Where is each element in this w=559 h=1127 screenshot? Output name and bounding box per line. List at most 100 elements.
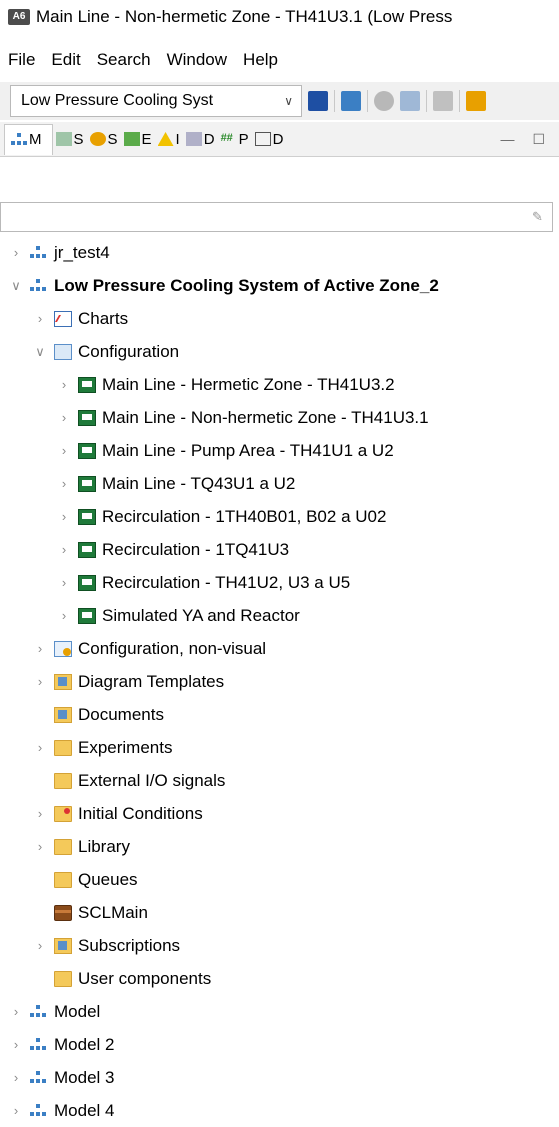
- tree-item[interactable]: › Simulated YA and Reactor: [0, 599, 559, 632]
- chevron-right-icon[interactable]: ›: [10, 245, 22, 260]
- clipboard-icon: [254, 132, 271, 146]
- chevron-right-icon[interactable]: ›: [34, 839, 46, 854]
- chevron-down-icon: ∨: [284, 94, 293, 108]
- chevron-right-icon[interactable]: ›: [58, 476, 70, 491]
- tree-item[interactable]: › Charts: [0, 302, 559, 335]
- subscriptions-folder-icon: [54, 937, 72, 954]
- tree-item[interactable]: › Model 2: [0, 1028, 559, 1061]
- chevron-down-icon[interactable]: ∨: [10, 278, 22, 294]
- tree-item[interactable]: SCLMain: [0, 896, 559, 929]
- chevron-right-icon[interactable]: ›: [34, 740, 46, 755]
- chevron-right-icon[interactable]: ›: [58, 542, 70, 557]
- tree-item[interactable]: › jr_test4: [0, 236, 559, 269]
- screen-icon: [78, 475, 96, 492]
- tree-item[interactable]: › Configuration, non-visual: [0, 632, 559, 665]
- chevron-right-icon[interactable]: ›: [58, 509, 70, 524]
- tree-item-label: Simulated YA and Reactor: [102, 605, 300, 625]
- tree-item[interactable]: › Subscriptions: [0, 929, 559, 962]
- new-item-icon[interactable]: [308, 91, 328, 111]
- menu-window[interactable]: Window: [167, 50, 227, 70]
- chevron-right-icon[interactable]: ›: [58, 608, 70, 623]
- tab-d1[interactable]: D: [183, 126, 218, 152]
- tree-item[interactable]: › Model 4: [0, 1094, 559, 1127]
- tree-item[interactable]: › Model: [0, 995, 559, 1028]
- tree-item-label: Configuration: [78, 341, 180, 361]
- queues-folder-icon: [54, 871, 72, 888]
- chevron-right-icon[interactable]: ›: [10, 1103, 22, 1118]
- chevron-right-icon[interactable]: ›: [34, 938, 46, 953]
- tree-item[interactable]: ∨ Configuration: [0, 335, 559, 368]
- tree-item-label: Model 4: [54, 1100, 115, 1120]
- database-icon[interactable]: [374, 91, 394, 111]
- minimize-icon[interactable]: —: [500, 131, 514, 148]
- chevron-down-icon[interactable]: ∨: [34, 344, 46, 360]
- tab-s2[interactable]: S: [87, 126, 121, 152]
- tree-item[interactable]: ∨ Low Pressure Cooling System of Active Z…: [0, 269, 559, 302]
- diagram-templates-folder-icon: [54, 673, 72, 690]
- validate-icon[interactable]: [466, 91, 486, 111]
- gear-icon[interactable]: [433, 91, 453, 111]
- tree-item[interactable]: › Experiments: [0, 731, 559, 764]
- tab-model[interactable]: M: [4, 123, 53, 155]
- menu-bar: File Edit Search Window Help: [0, 45, 286, 75]
- translate-icon[interactable]: [341, 91, 361, 111]
- maximize-icon[interactable]: ☐: [532, 131, 545, 148]
- tree-item[interactable]: › Diagram Templates: [0, 665, 559, 698]
- title-bar: A6 Main Line - Non-hermetic Zone - TH41U…: [0, 0, 559, 33]
- tree-item[interactable]: › Main Line - Non-hermetic Zone - TH41U3.…: [0, 401, 559, 434]
- tree-item-label: Recirculation - 1TH40B01, B02 a U02: [102, 506, 387, 526]
- network-icon: [30, 1103, 46, 1118]
- tab-s1[interactable]: S: [53, 126, 87, 152]
- tree-item[interactable]: › Model 3: [0, 1061, 559, 1094]
- tab-i[interactable]: I: [155, 126, 183, 152]
- chevron-right-icon[interactable]: ›: [10, 1070, 22, 1085]
- tree-item[interactable]: › Main Line - Hermetic Zone - TH41U3.2: [0, 368, 559, 401]
- tree-item[interactable]: › Main Line - Pump Area - TH41U1 a U2: [0, 434, 559, 467]
- tree-item[interactable]: › Initial Conditions: [0, 797, 559, 830]
- chevron-right-icon[interactable]: ›: [34, 311, 46, 326]
- menu-edit[interactable]: Edit: [51, 50, 80, 70]
- tab-e[interactable]: E: [121, 126, 155, 152]
- tree-item[interactable]: Queues: [0, 863, 559, 896]
- tree-item[interactable]: External I/O signals: [0, 764, 559, 797]
- chevron-right-icon[interactable]: ›: [10, 1037, 22, 1052]
- configuration-icon: [54, 343, 72, 360]
- sun-icon: [89, 132, 106, 146]
- tab-p[interactable]: ## P: [218, 126, 252, 152]
- chevron-right-icon[interactable]: ›: [10, 1004, 22, 1019]
- chevron-right-icon[interactable]: ›: [34, 641, 46, 656]
- chevron-right-icon[interactable]: ›: [58, 443, 70, 458]
- tab-label: M: [29, 131, 42, 148]
- tree-item-label: Main Line - Hermetic Zone - TH41U3.2: [102, 374, 395, 394]
- tree-item[interactable]: User components: [0, 962, 559, 995]
- tree-item-label: Subscriptions: [78, 935, 181, 955]
- chevron-right-icon[interactable]: ›: [58, 575, 70, 590]
- tree-item[interactable]: Documents: [0, 698, 559, 731]
- tree-item[interactable]: › Recirculation - 1TH40B01, B02 a U02: [0, 500, 559, 533]
- chevron-right-icon[interactable]: ›: [58, 410, 70, 425]
- model-selector-combo[interactable]: Low Pressure Cooling Syst ∨: [10, 85, 302, 117]
- chevron-right-icon[interactable]: ›: [58, 377, 70, 392]
- menu-help[interactable]: Help: [243, 50, 278, 70]
- chevron-right-icon[interactable]: ›: [34, 806, 46, 821]
- tab-label: D: [203, 130, 215, 148]
- tree-item[interactable]: › Recirculation - 1TQ41U3: [0, 533, 559, 566]
- tab-d2[interactable]: D: [252, 126, 287, 152]
- toolbar-separator: [426, 90, 427, 112]
- menu-file[interactable]: File: [8, 50, 35, 70]
- window-title: Main Line - Non-hermetic Zone - TH41U3.1…: [36, 6, 453, 26]
- network-icon: [30, 1004, 46, 1019]
- clear-filter-icon[interactable]: ✎: [532, 209, 546, 224]
- folder-icon: [54, 772, 72, 789]
- tree-item[interactable]: › Recirculation - TH41U2, U3 a U5: [0, 566, 559, 599]
- flag-icon: [123, 132, 140, 146]
- network-icon: [30, 245, 46, 260]
- copy-icon[interactable]: [400, 91, 420, 111]
- tree-item[interactable]: › Main Line - TQ43U1 a U2: [0, 467, 559, 500]
- menu-search[interactable]: Search: [97, 50, 151, 70]
- initial-conditions-folder-icon: [54, 805, 72, 822]
- tree-item-label: Initial Conditions: [78, 803, 203, 823]
- filter-input[interactable]: ✎: [0, 202, 553, 232]
- tree-item[interactable]: › Library: [0, 830, 559, 863]
- chevron-right-icon[interactable]: ›: [34, 674, 46, 689]
